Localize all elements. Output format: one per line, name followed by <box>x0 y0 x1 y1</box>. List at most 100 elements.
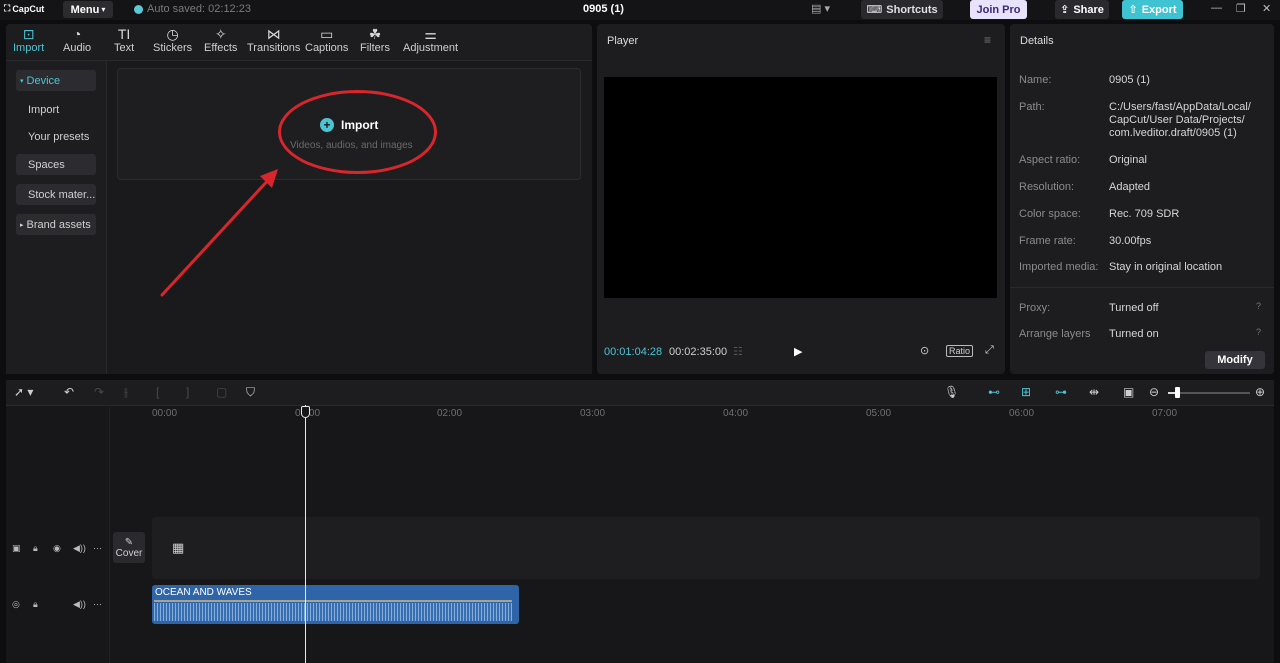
autosave-status: Auto saved: 02:12:23 <box>134 3 251 15</box>
cloud-saved-icon <box>134 4 143 14</box>
track-headers: ▣ 🔒︎ ◉ ◀)) ··· ◎ 🔒︎ ◀)) ··· <box>6 407 110 663</box>
audio-clip[interactable]: OCEAN AND WAVES <box>152 585 519 624</box>
detail-label: Imported media: <box>1019 261 1099 273</box>
tab-transitions[interactable]: ⋈ Transitions <box>247 26 300 54</box>
undo-icon[interactable]: ↶ <box>64 385 74 399</box>
detail-value: C:/Users/fast/AppData/Local/ <box>1109 101 1251 113</box>
playhead[interactable] <box>305 405 306 663</box>
zoom-slider[interactable] <box>1168 392 1250 394</box>
help-icon[interactable]: ? <box>1256 301 1261 311</box>
menu-button[interactable]: Menu ▾ <box>63 1 113 18</box>
modify-button[interactable]: Modify <box>1205 351 1265 369</box>
capcut-logo-icon: ⛶ <box>4 3 11 13</box>
annotation-circle <box>278 90 437 174</box>
share-icon: ⇪ <box>1060 4 1070 16</box>
linkage-icon[interactable]: ⊶ <box>1055 385 1067 399</box>
fullscreen-crop-icon[interactable]: ⊙ <box>920 344 929 357</box>
ruler-tick: 00:00 <box>152 408 178 419</box>
zoom-in-icon[interactable]: ⊕ <box>1255 385 1265 399</box>
layout-icon[interactable]: ▤ ▾ <box>811 2 830 15</box>
share-button[interactable]: ⇪ Share <box>1055 0 1109 19</box>
tab-import[interactable]: ⊡ Import <box>13 26 44 54</box>
cover-button[interactable]: ✎ Cover <box>113 532 145 563</box>
split-right-icon[interactable]: ] <box>186 385 189 399</box>
detail-value: Turned on <box>1109 328 1159 340</box>
zoom-out-icon[interactable]: ⊖ <box>1149 385 1159 399</box>
tab-text[interactable]: TI Text <box>114 26 134 54</box>
main-track-magnet-icon[interactable]: ⊷ <box>988 385 1000 399</box>
auto-snap-icon[interactable]: ⊞ <box>1021 385 1031 399</box>
sidebar-item-spaces[interactable]: Spaces <box>16 154 96 175</box>
sidebar-item-presets[interactable]: Your presets <box>16 126 96 147</box>
lock-icon[interactable]: 🔒︎ <box>33 543 38 554</box>
sidebar-item-stock[interactable]: Stock mater... <box>16 184 96 205</box>
split-left-icon[interactable]: [ <box>156 385 159 399</box>
close-icon[interactable]: ✕ <box>1262 2 1271 15</box>
detail-value: 0905 (1) <box>1109 74 1150 86</box>
ratio-button[interactable]: Ratio <box>946 345 974 357</box>
redo-icon[interactable]: ↷ <box>94 385 104 399</box>
player-title: Player <box>607 35 639 47</box>
timecode-grid-icon[interactable]: ☷ <box>733 345 743 358</box>
export-label: Export <box>1141 3 1177 16</box>
edit-pencil-icon: ✎ <box>124 536 134 548</box>
shortcuts-button[interactable]: ⌨ Shortcuts <box>861 0 943 19</box>
export-button[interactable]: ⇧ Export <box>1122 0 1183 19</box>
export-icon: ⇧ <box>1128 4 1138 16</box>
marker-icon[interactable]: ⛉ <box>246 385 255 400</box>
tab-label: Text <box>114 42 135 54</box>
stickers-icon: ◷ <box>166 26 179 42</box>
tab-effects[interactable]: ✧ Effects <box>204 26 237 54</box>
transitions-icon: ⋈ <box>266 26 281 42</box>
current-time: 00:01:04:28 <box>604 346 663 358</box>
cover-label: Cover <box>115 547 143 559</box>
ruler-tick: 05:00 <box>866 408 892 419</box>
keyboard-icon: ⌨ <box>866 4 883 16</box>
title-bar: ⛶ CapCut Menu ▾ Auto saved: 02:12:23 0905 … <box>0 0 1280 20</box>
help-icon[interactable]: ? <box>1256 327 1261 337</box>
tab-label: Stickers <box>153 42 193 54</box>
film-icon: ▦ <box>172 540 185 555</box>
delete-icon[interactable]: ▢ <box>216 385 227 399</box>
caption-track-icon[interactable]: ▣ <box>1123 385 1134 399</box>
detail-value: com.lveditor.draft/0905 (1) <box>1109 127 1237 139</box>
video-track[interactable] <box>152 517 1260 579</box>
tab-stickers[interactable]: ◷ Stickers <box>153 26 192 54</box>
play-icon[interactable]: ▶ <box>794 345 802 358</box>
restore-icon[interactable]: ❐ <box>1236 2 1246 15</box>
split-icon[interactable]: ⫲ <box>124 385 128 400</box>
select-tool-icon[interactable]: ➚ ▾ <box>14 385 33 399</box>
ruler-tick: 06:00 <box>1009 408 1035 419</box>
sidebar-item-device[interactable]: ▾ Device <box>16 70 96 91</box>
menu-icon[interactable]: ≡ <box>984 33 991 47</box>
mute-icon[interactable]: ◀)) <box>73 599 86 610</box>
capcut-logo: ⛶ CapCut <box>4 3 44 14</box>
media-panel: ⊡ Import ◔ Audio TI Text ◷ Stickers ✧ Effects… <box>6 24 592 374</box>
tab-filters[interactable]: ☘ Filters <box>360 26 390 54</box>
lock-icon[interactable]: 🔒︎ <box>33 599 38 610</box>
playhead-handle[interactable] <box>301 406 310 418</box>
more-icon[interactable]: ··· <box>93 599 102 609</box>
tool-tabs: ⊡ Import ◔ Audio TI Text ◷ Stickers ✧ Effects… <box>6 24 592 60</box>
join-pro-button[interactable]: Join Pro <box>970 0 1027 19</box>
preview-axis-icon[interactable]: ⇹ <box>1089 385 1099 399</box>
tab-captions[interactable]: ▭ Captions <box>305 26 348 54</box>
minimize-icon[interactable]: — <box>1211 2 1222 14</box>
join-pro-label: Join Pro <box>976 3 1021 16</box>
player-viewport[interactable] <box>604 77 997 298</box>
tab-label: Transitions <box>247 42 301 54</box>
tab-audio[interactable]: ◔ Audio <box>63 26 91 54</box>
microphone-icon[interactable]: 🎙 <box>944 385 959 399</box>
detail-label: Path: <box>1019 101 1045 113</box>
zoom-slider-handle[interactable] <box>1175 387 1180 398</box>
mute-icon[interactable]: ◀)) <box>73 543 86 554</box>
timeline-toolbar: ➚ ▾ ↶ ↷ ⫲ [ ] ▢ ⛉ 🎙 ⊷ ⊞ ⊶ ⇹ ▣ ⊖ ⊕ <box>6 380 1274 406</box>
sidebar-item-brand[interactable]: ▸ Brand assets <box>16 214 96 235</box>
share-label: Share <box>1073 3 1104 16</box>
sidebar-item-import[interactable]: Import <box>16 99 96 120</box>
more-icon[interactable]: ··· <box>93 543 102 553</box>
expand-icon[interactable]: ⤢ <box>985 344 994 357</box>
tab-adjustment[interactable]: ⚌ Adjustment <box>403 26 458 54</box>
eye-icon[interactable]: ◉ <box>53 543 61 554</box>
sidebar-label: Spaces <box>28 158 65 171</box>
